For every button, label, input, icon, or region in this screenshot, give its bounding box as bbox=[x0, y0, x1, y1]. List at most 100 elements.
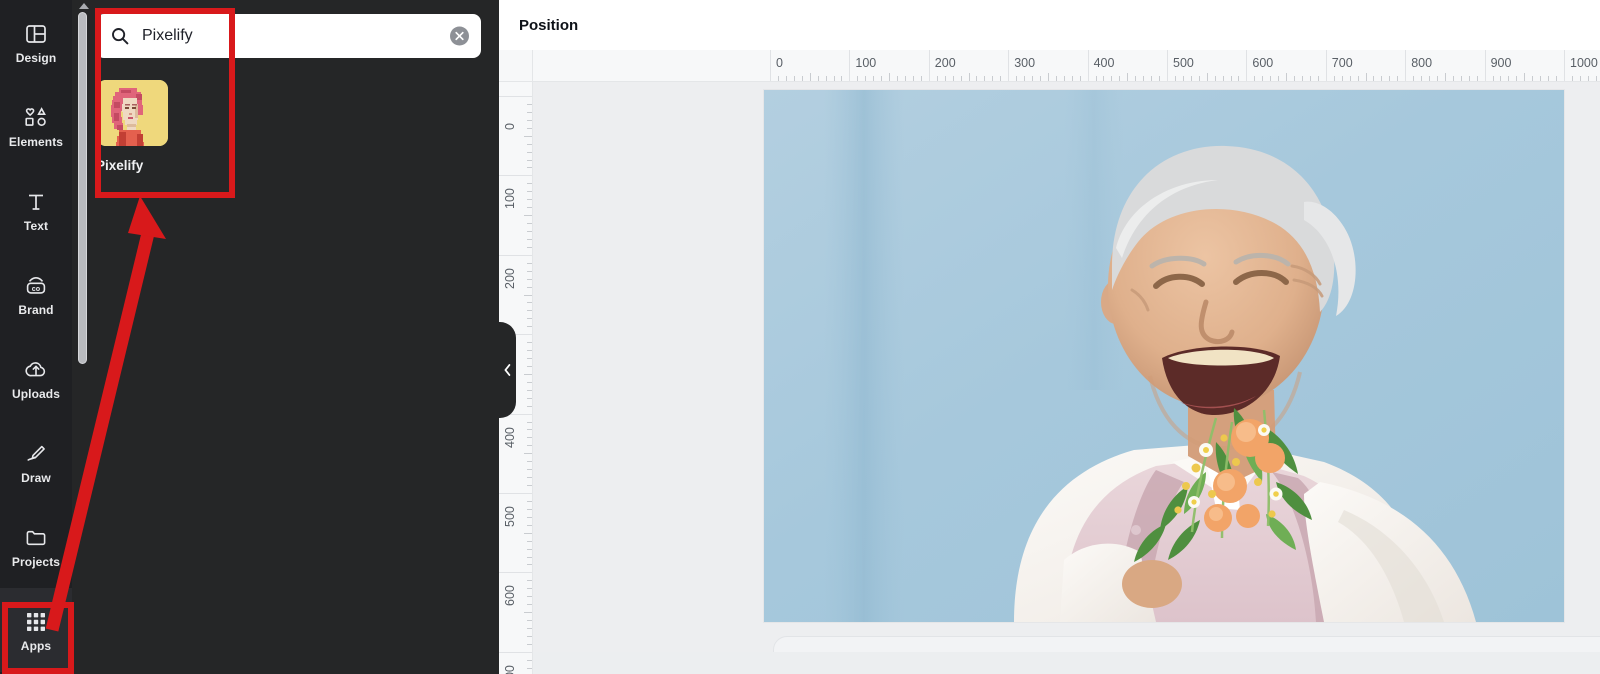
ruler-tick-h bbox=[1349, 76, 1351, 81]
ruler-tick-v bbox=[527, 207, 532, 209]
ruler-label-h: 100 bbox=[855, 56, 877, 70]
panel-scroll-up-arrow[interactable] bbox=[78, 1, 90, 11]
ruler-tick-v bbox=[527, 580, 532, 582]
clear-search-icon[interactable] bbox=[450, 26, 469, 46]
ruler-tick-v bbox=[527, 183, 532, 185]
ruler-tick-h bbox=[1079, 76, 1081, 81]
ruler-tick-h bbox=[1317, 76, 1319, 81]
sidebar-item-elements[interactable]: Elements bbox=[0, 84, 72, 168]
collapse-panel-tab[interactable] bbox=[499, 322, 516, 418]
ruler-tick-h bbox=[1516, 76, 1518, 81]
sidebar-item-brand[interactable]: co Brand bbox=[0, 252, 72, 336]
ruler-tick-h bbox=[1119, 76, 1121, 81]
ruler-label-v: 200 bbox=[503, 267, 517, 289]
ruler-tick-v bbox=[527, 596, 532, 598]
horizontal-ruler[interactable]: 0 100 200 300 400 500 600 700 800 900 1000 bbox=[533, 50, 1600, 82]
ruler-tick-h bbox=[1508, 76, 1510, 81]
sidebar-item-apps[interactable]: Apps bbox=[0, 588, 72, 672]
ruler-tick-v bbox=[527, 119, 532, 121]
ruler-label-v: 0 bbox=[503, 123, 517, 130]
sidebar-label-uploads: Uploads bbox=[11, 386, 61, 401]
ruler-tick-v bbox=[527, 381, 532, 383]
ruler-tick-v bbox=[527, 151, 532, 153]
ruler-tick-h bbox=[1286, 73, 1288, 81]
sidebar-item-projects[interactable]: Projects bbox=[0, 504, 72, 588]
ruler-tick-v bbox=[527, 111, 532, 113]
ruler-tick-h bbox=[1103, 76, 1105, 81]
sidebar-label-design: Design bbox=[15, 50, 57, 65]
ruler-tick-h bbox=[1206, 73, 1208, 81]
ruler-label-h: 0 bbox=[776, 56, 783, 70]
canvas-photo-element[interactable] bbox=[764, 90, 1564, 622]
elements-icon bbox=[23, 105, 49, 131]
search-input[interactable] bbox=[142, 27, 467, 45]
ruler-tick-h bbox=[1436, 76, 1438, 81]
ruler-tick-h bbox=[1278, 76, 1280, 81]
ruler-tick-v bbox=[527, 350, 532, 352]
ruler-tick-v bbox=[527, 326, 532, 328]
ruler-tick-v bbox=[527, 659, 532, 661]
ruler-tick-h bbox=[920, 76, 922, 81]
ruler-tick-h bbox=[1587, 76, 1589, 81]
panel-scrollbar-thumb[interactable] bbox=[78, 12, 87, 364]
search-bar[interactable] bbox=[96, 14, 481, 58]
ruler-tick-h bbox=[1214, 76, 1216, 81]
ruler-tick-h bbox=[1556, 76, 1558, 81]
ruler-tick-v bbox=[524, 532, 532, 534]
ruler-tick-h bbox=[976, 76, 978, 81]
ruler-tick-h bbox=[1381, 76, 1383, 81]
ruler-tick-h bbox=[944, 76, 946, 81]
sidebar-item-draw[interactable]: Draw bbox=[0, 420, 72, 504]
sidebar-item-design[interactable]: Design bbox=[0, 0, 72, 84]
canvas-viewport[interactable] bbox=[533, 82, 1600, 674]
ruler-tick-h bbox=[809, 73, 811, 81]
ruler-tick-h bbox=[1294, 76, 1296, 81]
ruler-label-h: 900 bbox=[1490, 56, 1512, 70]
ruler-tick-h bbox=[1222, 76, 1224, 81]
ruler-corner bbox=[499, 50, 533, 82]
ruler-tick-v bbox=[527, 548, 532, 550]
sidebar-label-draw: Draw bbox=[21, 470, 51, 485]
ruler-tick-v bbox=[527, 159, 532, 161]
ruler-tick-v bbox=[527, 286, 532, 288]
app-result-card[interactable]: Pixelify bbox=[96, 80, 192, 174]
brand-icon: co bbox=[23, 273, 49, 299]
ruler-tick-h bbox=[1524, 73, 1526, 81]
ruler-tick-h bbox=[1095, 76, 1097, 81]
ruler-tick-v bbox=[527, 358, 532, 360]
sidebar-label-elements: Elements bbox=[8, 134, 64, 149]
ruler-tick-v bbox=[527, 524, 532, 526]
ruler-tick-h bbox=[1000, 76, 1002, 81]
pixel-portrait-thumb bbox=[97, 80, 168, 146]
ruler-tick-v bbox=[527, 485, 532, 487]
sidebar-label-brand: Brand bbox=[18, 302, 54, 317]
ruler-tick-h bbox=[825, 76, 827, 81]
design-page[interactable] bbox=[533, 82, 1600, 630]
ruler-tick-h bbox=[1444, 73, 1446, 81]
ruler-tick-v bbox=[527, 191, 532, 193]
ruler-tick-v bbox=[527, 270, 532, 272]
canva-editor-window: Design Elements Text co Brand Uploads Dr… bbox=[0, 0, 1600, 674]
app-result-name: Pixelify bbox=[96, 158, 144, 173]
ruler-label-h: 1000 bbox=[1570, 56, 1598, 70]
ruler-tick-v bbox=[527, 167, 532, 169]
ruler-tick-h bbox=[1571, 76, 1573, 81]
ruler-tick-v bbox=[527, 103, 532, 105]
ruler-label-h: 500 bbox=[1173, 56, 1194, 70]
ruler-tick-h bbox=[952, 76, 954, 81]
ruler-label-h: 600 bbox=[1252, 56, 1274, 70]
sidebar-item-text[interactable]: Text bbox=[0, 168, 72, 252]
ruler-major-line bbox=[499, 96, 532, 97]
apps-search-panel: Pixelify bbox=[72, 0, 499, 674]
ruler-tick-v bbox=[527, 238, 532, 240]
ruler-tick-h bbox=[1595, 76, 1597, 81]
ruler-label-h: 300 bbox=[1014, 56, 1036, 70]
text-icon bbox=[23, 189, 49, 215]
ruler-tick-v bbox=[527, 445, 532, 447]
ruler-tick-v bbox=[527, 564, 532, 566]
ruler-tick-v bbox=[527, 318, 532, 320]
sidebar-item-uploads[interactable]: Uploads bbox=[0, 336, 72, 420]
page-title: Position bbox=[519, 16, 579, 34]
ruler-tick-h bbox=[1500, 76, 1502, 81]
ruler-tick-h bbox=[1047, 73, 1049, 81]
